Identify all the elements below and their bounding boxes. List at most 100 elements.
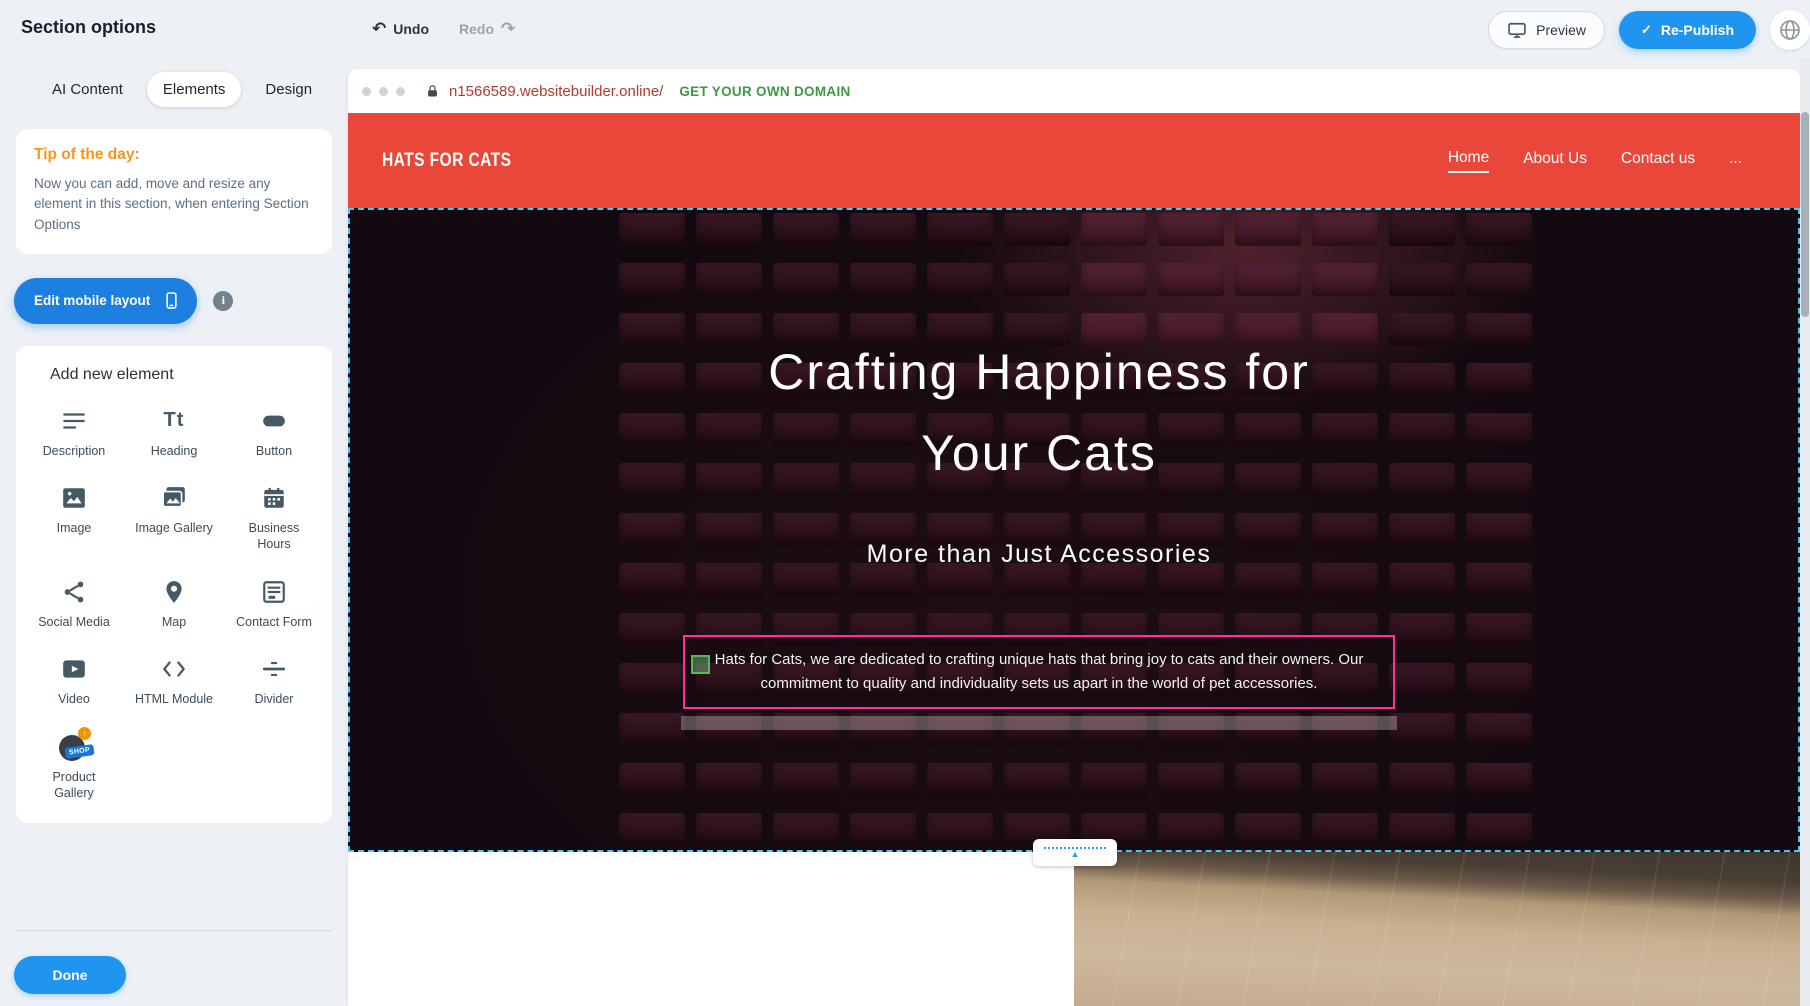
hero-tile bbox=[619, 813, 685, 846]
element-image-gallery[interactable]: Image Gallery bbox=[124, 483, 224, 552]
republish-button[interactable]: ✓ Re-Publish bbox=[1619, 11, 1756, 49]
element-hover-highlight bbox=[681, 716, 1397, 730]
element-grid: Description Tt Heading Button Image Imag… bbox=[24, 406, 324, 801]
element-image[interactable]: Image bbox=[24, 483, 124, 552]
site-logo[interactable]: HATS FOR CATS bbox=[382, 150, 511, 172]
hero-tile bbox=[1235, 763, 1301, 796]
selected-paragraph-element[interactable]: Hats for Cats, we are dedicated to craft… bbox=[683, 635, 1395, 709]
undo-button[interactable]: ↶ Undo bbox=[372, 19, 429, 39]
video-icon bbox=[61, 656, 87, 682]
product-gallery-icon: SHOP ↑ bbox=[56, 731, 92, 763]
hero-tile bbox=[1235, 813, 1301, 846]
next-section-partial bbox=[348, 852, 1800, 1006]
redo-label: Redo bbox=[459, 21, 494, 37]
hero-paragraph: Hats for Cats, we are dedicated to craft… bbox=[695, 648, 1383, 696]
element-resize-handle[interactable] bbox=[691, 655, 710, 674]
element-business-hours[interactable]: Business Hours bbox=[224, 483, 324, 552]
sidebar-tabs: AI Content Elements Design bbox=[36, 72, 348, 107]
redo-button[interactable]: Redo ↷ bbox=[459, 19, 515, 39]
section-resize-handle[interactable]: ▲ bbox=[1033, 839, 1117, 866]
hero-tile bbox=[773, 763, 839, 796]
sidebar: AI Content Elements Design Tip of the da… bbox=[0, 58, 348, 1006]
hero-tile bbox=[927, 763, 993, 796]
browser-preview-window: n1566589.websitebuilder.online/ GET YOUR… bbox=[348, 69, 1800, 1006]
social-media-icon bbox=[61, 579, 87, 605]
main-area: n1566589.websitebuilder.online/ GET YOUR… bbox=[348, 58, 1810, 1006]
next-section-photo bbox=[1074, 852, 1800, 1006]
page-scrollbar bbox=[1800, 58, 1810, 1006]
done-button[interactable]: Done bbox=[14, 956, 126, 994]
map-pin-icon bbox=[161, 579, 187, 605]
language-globe-button[interactable] bbox=[1770, 10, 1810, 50]
lock-icon bbox=[425, 84, 440, 99]
phone-icon bbox=[162, 291, 181, 310]
monitor-icon bbox=[1507, 20, 1527, 40]
hero-tile bbox=[850, 813, 916, 846]
tab-elements[interactable]: Elements bbox=[147, 72, 242, 107]
hero-tile bbox=[927, 813, 993, 846]
window-dot bbox=[396, 87, 405, 96]
element-map[interactable]: Map bbox=[124, 577, 224, 631]
element-video[interactable]: Video bbox=[24, 654, 124, 708]
hero-tile bbox=[1312, 763, 1378, 796]
hero-tile bbox=[619, 763, 685, 796]
hero-section-selected[interactable]: Crafting Happiness for Your Cats More th… bbox=[348, 208, 1800, 852]
hero-tile bbox=[850, 763, 916, 796]
hero-subheading[interactable]: More than Just Accessories bbox=[350, 540, 1728, 569]
redo-icon: ↷ bbox=[501, 19, 515, 39]
tip-of-the-day-card: Tip of the day: Now you can add, move an… bbox=[16, 129, 332, 254]
browser-chrome: n1566589.websitebuilder.online/ GET YOUR… bbox=[348, 69, 1800, 113]
element-product-gallery[interactable]: SHOP ↑ Product Gallery bbox=[24, 732, 124, 801]
hero-tile bbox=[1312, 813, 1378, 846]
edit-mobile-layout-label: Edit mobile layout bbox=[34, 293, 150, 308]
hero-tile bbox=[696, 763, 762, 796]
element-social-media[interactable]: Social Media bbox=[24, 577, 124, 631]
scrollbar-thumb[interactable] bbox=[1801, 112, 1809, 317]
site-url[interactable]: n1566589.websitebuilder.online/ bbox=[449, 83, 663, 100]
hero-tile bbox=[1158, 763, 1224, 796]
app: Section options ↶ Undo Redo ↷ Preview ✓ … bbox=[0, 0, 1810, 1006]
tab-design[interactable]: Design bbox=[249, 72, 328, 107]
hero-tile bbox=[1389, 813, 1455, 846]
hero-heading[interactable]: Crafting Happiness for Your Cats bbox=[350, 332, 1728, 494]
window-dot bbox=[379, 87, 388, 96]
site-nav: Home About Us Contact us ... bbox=[1448, 149, 1742, 173]
check-icon: ✓ bbox=[1641, 22, 1652, 38]
hero-tile bbox=[1466, 813, 1532, 846]
edit-mobile-layout-button[interactable]: Edit mobile layout bbox=[14, 278, 197, 324]
top-bar: Section options ↶ Undo Redo ↷ Preview ✓ … bbox=[0, 0, 1810, 58]
hero-tile bbox=[1081, 763, 1147, 796]
site-header[interactable]: HATS FOR CATS Home About Us Contact us .… bbox=[348, 113, 1800, 208]
add-element-title: Add new element bbox=[24, 366, 324, 384]
description-icon bbox=[61, 408, 87, 434]
hero-tile bbox=[1389, 763, 1455, 796]
get-your-own-domain-link[interactable]: GET YOUR OWN DOMAIN bbox=[679, 84, 850, 99]
nav-home[interactable]: Home bbox=[1448, 149, 1489, 173]
hero-tile bbox=[1004, 763, 1070, 796]
image-gallery-icon bbox=[161, 485, 187, 511]
resize-arrow-icon: ▲ bbox=[1071, 850, 1080, 859]
tip-title: Tip of the day: bbox=[34, 146, 314, 164]
nav-more-menu[interactable]: ... bbox=[1729, 150, 1742, 172]
element-html-module[interactable]: HTML Module bbox=[124, 654, 224, 708]
nav-about-us[interactable]: About Us bbox=[1523, 150, 1587, 172]
element-button[interactable]: Button bbox=[224, 406, 324, 460]
tab-ai-content[interactable]: AI Content bbox=[36, 72, 139, 107]
sidebar-divider bbox=[16, 930, 332, 931]
hero-tile bbox=[1466, 763, 1532, 796]
element-heading[interactable]: Tt Heading bbox=[124, 406, 224, 460]
element-contact-form[interactable]: Contact Form bbox=[224, 577, 324, 631]
element-description[interactable]: Description bbox=[24, 406, 124, 460]
divider-icon bbox=[261, 656, 287, 682]
add-element-panel: Add new element Description Tt Heading B… bbox=[16, 346, 332, 823]
preview-button[interactable]: Preview bbox=[1488, 11, 1605, 49]
info-icon[interactable]: i bbox=[213, 291, 233, 311]
window-dot bbox=[362, 87, 371, 96]
element-divider[interactable]: Divider bbox=[224, 654, 324, 708]
nav-contact-us[interactable]: Contact us bbox=[1621, 150, 1695, 172]
window-control-dots bbox=[362, 87, 405, 96]
preview-label: Preview bbox=[1536, 22, 1586, 38]
hero-tile bbox=[696, 813, 762, 846]
html-module-icon bbox=[161, 656, 187, 682]
button-icon bbox=[261, 408, 287, 434]
